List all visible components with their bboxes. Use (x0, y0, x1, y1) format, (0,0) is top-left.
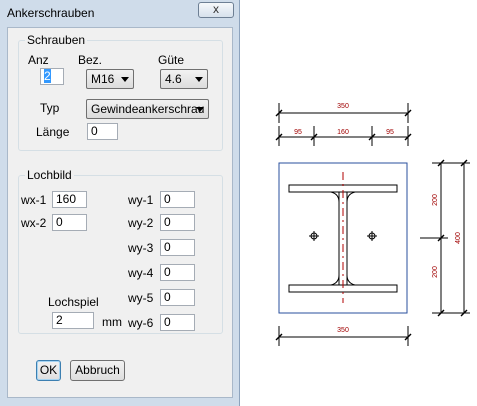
abbruch-button[interactable]: Abbruch (70, 360, 125, 381)
typ-label: Typ (40, 101, 60, 115)
anchor-bolt-left (309, 231, 319, 241)
wy-6-input[interactable]: 0 (160, 314, 195, 331)
wx-1-input[interactable]: 160 (52, 191, 87, 208)
wy-3-label: wy-3 (128, 241, 154, 255)
typ-select-value: Gewindeankerschrau (91, 102, 205, 116)
laenge-input[interactable]: 0 (87, 123, 118, 140)
chevron-down-icon (195, 77, 203, 82)
chevron-down-icon (196, 107, 204, 112)
title-bar[interactable]: Ankerschrauben x (0, 0, 240, 26)
dim-text-lower: 200 (432, 266, 439, 278)
bez-select-value: M16 (91, 72, 115, 86)
typ-select[interactable]: Gewindeankerschrau (86, 99, 209, 119)
schrauben-group-title: Schrauben (25, 33, 88, 47)
dim-text-height: 400 (455, 232, 462, 244)
base-plate-outline (278, 162, 408, 314)
guete-select-value: 4.6 (165, 72, 182, 86)
bez-label: Bez. (78, 53, 103, 67)
close-icon: x (213, 2, 219, 16)
dialog-client-area: Schrauben Anz 2 Bez. M16 Güte 4.6 Typ Ge… (7, 27, 233, 398)
anz-input[interactable]: 2 (40, 68, 64, 85)
dim-text-left: 95 (294, 129, 302, 136)
dim-text-right: 95 (386, 129, 394, 136)
lochspiel-input[interactable]: 2 (52, 312, 94, 329)
dim-text-bottom-total: 350 (337, 327, 349, 334)
wx-2-label: wx-2 (21, 216, 47, 230)
wy-5-label: wy-5 (128, 291, 154, 305)
dim-text-upper: 200 (432, 194, 439, 206)
lochspiel-unit: mm (102, 315, 122, 329)
lochbild-group: Lochbild wx-1 160 wx-2 0 wy-1 0 wy-2 0 w… (18, 168, 223, 334)
wy-1-input[interactable]: 0 (160, 191, 195, 208)
lochbild-group-title: Lochbild (25, 168, 74, 182)
wx-2-input[interactable]: 0 (52, 214, 87, 231)
wy-6-label: wy-6 (128, 316, 154, 330)
anz-label: Anz (28, 53, 49, 67)
wy-3-input[interactable]: 0 (160, 239, 195, 256)
wy-4-input[interactable]: 0 (160, 264, 195, 281)
close-button[interactable]: x (198, 2, 234, 18)
wy-2-label: wy-2 (128, 216, 154, 230)
laenge-label: Länge (36, 125, 70, 139)
wx-1-label: wx-1 (21, 193, 47, 207)
lochspiel-label: Lochspiel (48, 295, 99, 309)
guete-select[interactable]: 4.6 (160, 69, 208, 89)
dim-text-middle: 160 (337, 129, 349, 136)
bez-select[interactable]: M16 (86, 69, 134, 89)
dialog-title: Ankerschrauben (7, 6, 95, 20)
wy-1-label: wy-1 (128, 193, 154, 207)
chevron-down-icon (121, 77, 129, 82)
i-beam-section (288, 184, 398, 293)
schrauben-group: Schrauben Anz 2 Bez. M16 Güte 4.6 Typ Ge… (18, 33, 223, 151)
dim-text-top-total: 350 (337, 103, 349, 110)
anchor-bolt-right (367, 231, 377, 241)
ok-button[interactable]: OK (36, 360, 61, 381)
wy-2-input[interactable]: 0 (160, 214, 195, 231)
wy-4-label: wy-4 (128, 266, 154, 280)
ankerschrauben-dialog: Ankerschrauben x Schrauben Anz 2 Bez. M1… (0, 0, 240, 406)
guete-label: Güte (158, 53, 185, 67)
wy-5-input[interactable]: 0 (160, 289, 195, 306)
